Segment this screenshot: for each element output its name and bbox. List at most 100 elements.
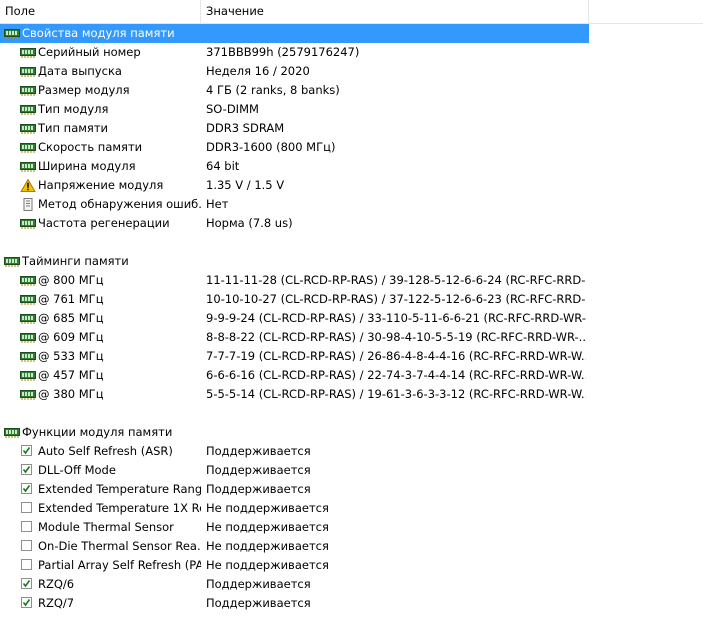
property-row[interactable]: Метод обнаружения ошиб... Нет <box>0 195 703 214</box>
property-label: Дата выпуска <box>38 64 122 78</box>
memory-module-icon <box>20 293 36 306</box>
memory-module-icon <box>4 27 20 40</box>
property-value: Нет <box>206 197 229 211</box>
property-value: 9-9-9-24 (CL-RCD-RP-RAS) / 33-110-5-11-6… <box>206 311 586 325</box>
property-label: Ширина модуля <box>38 159 136 173</box>
property-label: RZQ/6 <box>38 577 75 591</box>
property-value: Норма (7.8 us) <box>206 216 293 230</box>
property-label: @ 609 МГц <box>38 330 104 344</box>
property-label: Тип памяти <box>38 121 109 135</box>
group-title: Функции модуля памяти <box>22 425 173 439</box>
property-label: DLL-Off Mode <box>38 463 116 477</box>
property-row[interactable]: @ 685 МГц 9-9-9-24 (CL-RCD-RP-RAS) / 33-1… <box>0 309 703 328</box>
group-header[interactable]: Тайминги памяти <box>0 252 703 271</box>
property-row[interactable]: On-Die Thermal Sensor Rea... Не поддержив… <box>0 537 703 556</box>
property-value: 10-10-10-27 (CL-RCD-RP-RAS) / 37-122-5-1… <box>206 292 586 306</box>
group-title: Свойства модуля памяти <box>22 26 175 40</box>
property-label: Частота регенерации <box>38 216 170 230</box>
column-header-field[interactable]: Поле <box>0 0 201 23</box>
property-label: Auto Self Refresh (ASR) <box>38 444 173 458</box>
checkbox-checked-icon <box>21 483 32 494</box>
memory-module-icon <box>20 160 36 173</box>
property-value: Не поддерживается <box>206 539 329 553</box>
property-row[interactable]: @ 609 МГц 8-8-8-22 (CL-RCD-RP-RAS) / 30-9… <box>0 328 703 347</box>
group-header[interactable]: Свойства модуля памяти <box>0 24 589 43</box>
property-label: @ 800 МГц <box>38 273 104 287</box>
property-label: Напряжение модуля <box>38 178 164 192</box>
property-row[interactable]: Размер модуля 4 ГБ (2 ranks, 8 banks) <box>0 81 703 100</box>
property-row[interactable]: @ 457 МГц 6-6-6-16 (CL-RCD-RP-RAS) / 22-7… <box>0 366 703 385</box>
property-value: Не поддерживается <box>206 501 329 515</box>
property-value: Поддерживается <box>206 482 311 496</box>
property-row[interactable]: RZQ/6 Поддерживается <box>0 575 703 594</box>
memory-module-icon <box>20 388 36 401</box>
property-row[interactable]: @ 800 МГц 11-11-11-28 (CL-RCD-RP-RAS) / 3… <box>0 271 703 290</box>
group-header[interactable]: Функции модуля памяти <box>0 423 703 442</box>
memory-module-icon <box>20 103 36 116</box>
property-label: Метод обнаружения ошиб... <box>38 197 201 211</box>
checkbox-unchecked-icon <box>21 540 32 551</box>
property-value: Неделя 16 / 2020 <box>206 64 310 78</box>
property-row[interactable]: Partial Array Self Refresh (PA... Не подд… <box>0 556 703 575</box>
property-value: 5-5-5-14 (CL-RCD-RP-RAS) / 19-61-3-6-3-3… <box>206 387 586 401</box>
property-label: RZQ/7 <box>38 596 75 610</box>
property-row[interactable]: @ 533 МГц 7-7-7-19 (CL-RCD-RP-RAS) / 26-8… <box>0 347 703 366</box>
memory-module-icon <box>20 141 36 154</box>
warning-icon <box>20 178 36 192</box>
property-row[interactable]: Ширина модуля 64 bit <box>0 157 703 176</box>
properties-list: Свойства модуля памяти Серийный номер 371B… <box>0 24 703 613</box>
property-label: Extended Temperature 1X Re... <box>38 501 201 515</box>
property-row[interactable]: Напряжение модуля 1.35 V / 1.5 V <box>0 176 703 195</box>
memory-module-icon <box>20 122 36 135</box>
property-row[interactable]: @ 380 МГц 5-5-5-14 (CL-RCD-RP-RAS) / 19-6… <box>0 385 703 404</box>
property-label: @ 685 МГц <box>38 311 104 325</box>
checkbox-checked-icon <box>21 445 32 456</box>
property-row[interactable]: Тип модуля SO-DIMM <box>0 100 703 119</box>
property-value: DDR3 SDRAM <box>206 121 285 135</box>
memory-module-icon <box>4 255 20 268</box>
property-label: Серийный номер <box>38 45 141 59</box>
property-value: Не поддерживается <box>206 520 329 534</box>
checkbox-checked-icon <box>21 578 32 589</box>
property-row[interactable]: Extended Temperature Range Поддерживается <box>0 480 703 499</box>
property-row[interactable]: RZQ/7 Поддерживается <box>0 594 703 613</box>
memory-module-icon <box>20 369 36 382</box>
property-row[interactable]: Дата выпуска Неделя 16 / 2020 <box>0 62 703 81</box>
property-label: On-Die Thermal Sensor Rea... <box>38 539 201 553</box>
property-row[interactable]: Module Thermal Sensor Не поддерживается <box>0 518 703 537</box>
column-header-value[interactable]: Значение <box>201 0 589 23</box>
memory-module-icon <box>4 426 20 439</box>
property-row[interactable]: Серийный номер 371BBB99h (2579176247) <box>0 43 703 62</box>
property-label: Module Thermal Sensor <box>38 520 174 534</box>
property-row[interactable]: Частота регенерации Норма (7.8 us) <box>0 214 703 233</box>
property-value: Поддерживается <box>206 463 311 477</box>
property-label: Скорость памяти <box>38 140 143 154</box>
property-label: Размер модуля <box>38 83 130 97</box>
property-row[interactable]: Тип памяти DDR3 SDRAM <box>0 119 703 138</box>
property-label: @ 380 МГц <box>38 387 104 401</box>
checkbox-checked-icon <box>21 464 32 475</box>
memory-module-icon <box>20 46 36 59</box>
property-row[interactable]: Скорость памяти DDR3-1600 (800 МГц) <box>0 138 703 157</box>
property-value: SO-DIMM <box>206 102 259 116</box>
property-label: Partial Array Self Refresh (PA... <box>38 558 201 572</box>
property-value: 11-11-11-28 (CL-RCD-RP-RAS) / 39-128-5-1… <box>206 273 586 287</box>
property-row[interactable]: @ 761 МГц 10-10-10-27 (CL-RCD-RP-RAS) / 3… <box>0 290 703 309</box>
property-row[interactable]: DLL-Off Mode Поддерживается <box>0 461 703 480</box>
property-value: Не поддерживается <box>206 558 329 572</box>
checkbox-unchecked-icon <box>21 521 32 532</box>
property-label: @ 761 МГц <box>38 292 104 306</box>
property-value: 1.35 V / 1.5 V <box>206 178 285 192</box>
property-value: Поддерживается <box>206 577 311 591</box>
property-row[interactable]: Extended Temperature 1X Re... Не поддержи… <box>0 499 703 518</box>
property-row[interactable]: Auto Self Refresh (ASR) Поддерживается <box>0 442 703 461</box>
property-value: Поддерживается <box>206 444 311 458</box>
column-header: Поле Значение <box>0 0 703 24</box>
property-label: @ 457 МГц <box>38 368 104 382</box>
property-value: 6-6-6-16 (CL-RCD-RP-RAS) / 22-74-3-7-4-4… <box>206 368 586 382</box>
property-value: 8-8-8-22 (CL-RCD-RP-RAS) / 30-98-4-10-5-… <box>206 330 586 344</box>
checkbox-unchecked-icon <box>21 559 32 570</box>
memory-module-icon <box>20 350 36 363</box>
